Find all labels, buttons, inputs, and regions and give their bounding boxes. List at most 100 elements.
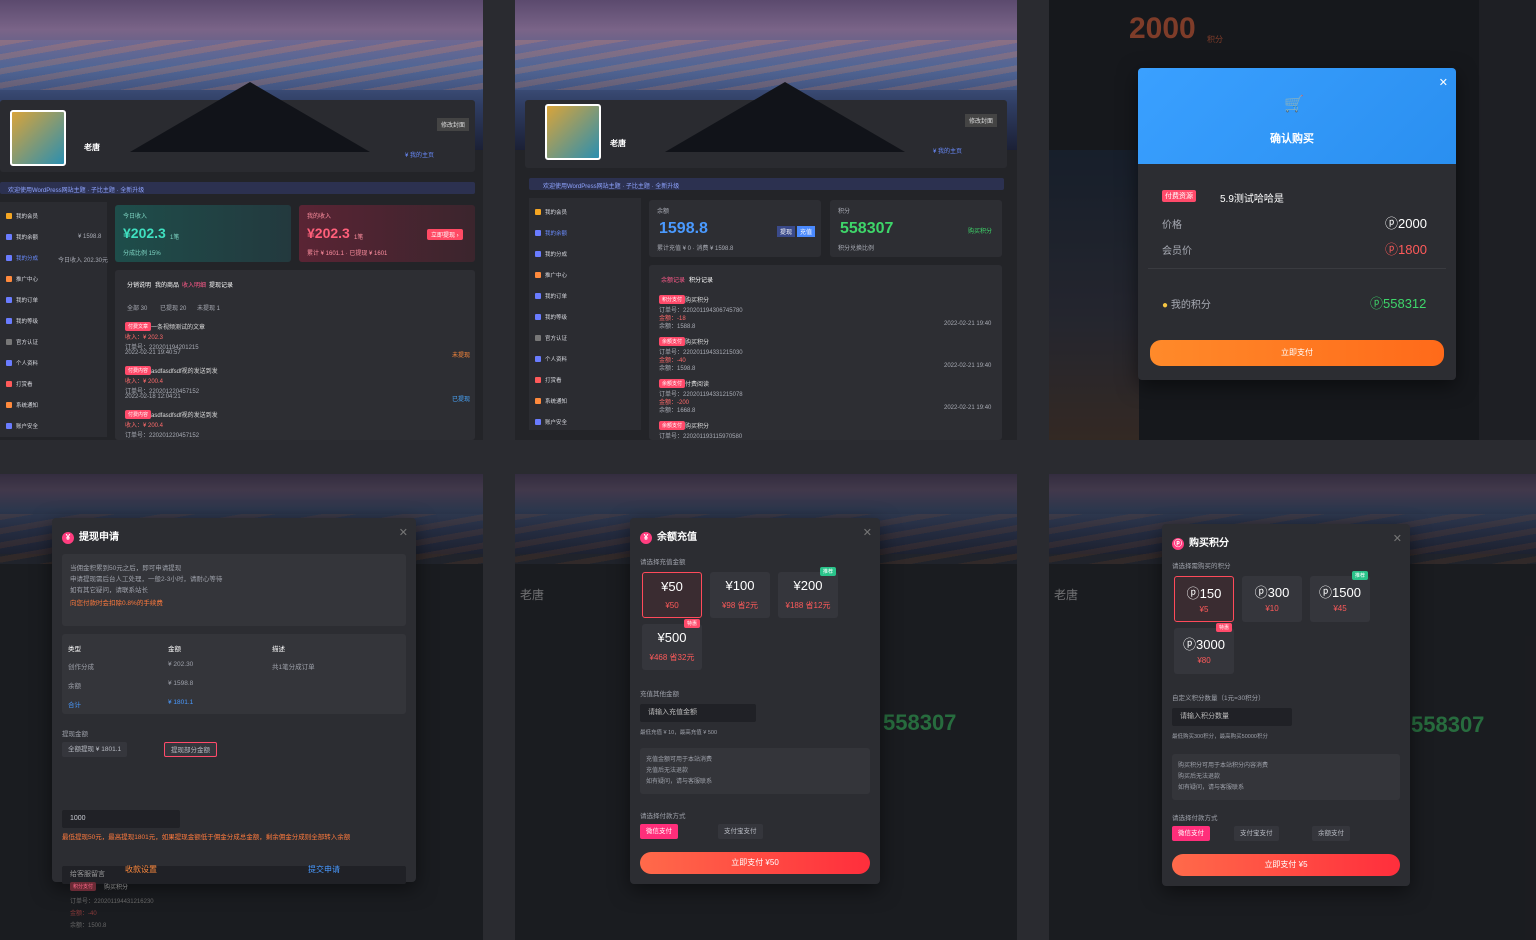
buy-points-modal: ⓟ 购买积分 ✕ 请选择需购买的积分 ⓟ150 ¥5 ⓟ300 ¥10 ⓟ1500 ¥4…	[1162, 524, 1410, 886]
buy-points-button[interactable]: 购买积分	[968, 226, 992, 235]
points-option[interactable]: ⓟ300 ¥10	[1242, 576, 1302, 622]
panel-user-center-balance: 老唐 修改封面 ¥ 我的主页 欢迎使用WordPress网站主题 · 子比主题 …	[515, 0, 1017, 440]
edit-cover-button[interactable]: 修改封面	[437, 118, 470, 131]
full-withdraw-radio[interactable]: 全额提现 ¥ 1801.1	[62, 742, 128, 757]
homepage-link[interactable]: ¥ 我的主页	[405, 150, 434, 159]
recharge-amount-input[interactable]: 请输入充值金额	[640, 704, 756, 722]
menu-item[interactable]: 我的订单	[6, 296, 38, 304]
yen-icon: ¥	[640, 532, 652, 544]
menu-item[interactable]: 我的会员	[6, 212, 38, 220]
tab[interactable]: 我的商品	[155, 280, 179, 289]
pay-now-button[interactable]: 立即支付 ¥5	[1172, 854, 1400, 876]
close-icon[interactable]: ✕	[1439, 76, 1448, 89]
notice-box: 充值金额可用于本站消费 充值后无法退款 如有疑问，请与客服联系	[640, 748, 870, 794]
my-points-value: ⓟ558312	[1370, 296, 1427, 311]
tab-active[interactable]: 余额记录	[661, 275, 685, 284]
close-icon[interactable]: ✕	[863, 526, 872, 539]
nav-bar: 欢迎使用WordPress网站主题 · 子比主题 · 全新升级	[529, 178, 1004, 190]
amount-option[interactable]: ¥50 ¥50	[642, 572, 702, 618]
subtab[interactable]: 未提现 1	[197, 303, 220, 312]
panel-confirm-purchase: 2000 积分 ✕ 🛒 确认购买 付费资源 5.9测试哈哈是 价格 ⓟ2000 …	[1049, 0, 1536, 440]
menu-item[interactable]: 官方认证	[6, 338, 38, 346]
avatar[interactable]	[545, 104, 601, 160]
cart-icon: 🛒	[1284, 96, 1304, 113]
wechat-pay-option[interactable]: 微信支付	[1172, 826, 1210, 841]
withdraw-button[interactable]: 提现	[777, 226, 796, 237]
menu-item[interactable]: 打赏看	[6, 380, 33, 388]
menu-item-active[interactable]: 我的分成	[6, 254, 38, 262]
menu-item[interactable]: 账户安全	[6, 422, 38, 430]
menu-item[interactable]: 我的等级	[535, 313, 567, 321]
side-menu: 我的会员 我的余额 我的分成 推广中心 我的订单 我的等级 官方认证 个人资料 …	[529, 198, 641, 430]
points-option[interactable]: ⓟ3000 ¥80 特惠	[1174, 623, 1234, 674]
side-menu: 我的会员 我的余额 我的分成 推广中心 我的订单 我的等级 官方认证 个人资料 …	[0, 202, 108, 437]
submit-button[interactable]: 提交申请	[308, 864, 340, 875]
commission-table: 类型 金额 描述 创作分成 ¥ 202.30 共1笔分成订单 余额 ¥ 1598.8 合计…	[62, 634, 406, 714]
withdraw-modal: ¥ 提现申请 ✕ 当佣金积累到50元之后，即可申请提现 申请提现需后台人工处理，一…	[52, 518, 416, 884]
stat-today-income: 今日收入 ¥202.3 1笔 分成比例 15%	[115, 205, 291, 262]
menu-item[interactable]: 官方认证	[535, 334, 567, 342]
menu-item[interactable]: 我的分成	[535, 250, 567, 258]
tab[interactable]: 分销说明	[127, 280, 151, 289]
avatar[interactable]	[10, 110, 66, 166]
panel-withdraw: ¥ 提现申请 ✕ 当佣金积累到50元之后，即可申请提现 申请提现需后台人工处理，一…	[0, 474, 483, 940]
menu-item[interactable]: 推广中心	[6, 275, 38, 283]
nav-bar: 欢迎使用WordPress网站主题 · 子比主题 · 全新升级	[0, 182, 475, 194]
pay-now-button[interactable]: 立即支付	[1150, 340, 1444, 366]
withdraw-button[interactable]: 立即提现 ›	[427, 229, 463, 240]
cover-mountain	[665, 82, 905, 152]
points-amount-input[interactable]: 请输入积分数量	[1172, 708, 1292, 726]
menu-item[interactable]: 我的会员	[535, 208, 567, 216]
modal-title: 确认购买	[1270, 133, 1314, 145]
recharge-button[interactable]: 充值	[797, 226, 816, 237]
menu-item[interactable]: 我的等级	[6, 317, 38, 325]
points-icon: ⓟ	[1172, 538, 1184, 550]
recharge-modal: ¥ 余额充值 ✕ 请选择充值金额 ¥50 ¥50 ¥100 ¥98 省2元 ¥200 ¥…	[630, 518, 880, 884]
menu-item[interactable]: 推广中心	[535, 271, 567, 279]
homepage-link[interactable]: ¥ 我的主页	[933, 146, 962, 155]
tab-active[interactable]: 收入明细	[182, 280, 206, 289]
payment-settings-button[interactable]: 收款设置	[125, 864, 157, 875]
menu-item-active[interactable]: 我的余额	[535, 229, 567, 237]
panel-buy-points: 老唐 558307 ⓟ购买积分 ✕ 请选择需购买的积分 ⓟ150¥5 ⓟ300¥…	[1049, 474, 1536, 940]
amount-option[interactable]: ¥200 ¥188 省12元 推荐	[778, 567, 838, 618]
close-icon[interactable]: ✕	[1393, 532, 1402, 545]
alipay-option[interactable]: 支付宝支付	[1234, 826, 1279, 841]
pay-now-button[interactable]: 立即支付 ¥50	[640, 852, 870, 874]
menu-item[interactable]: 个人资料	[6, 359, 38, 367]
partial-withdraw-radio[interactable]: 提现部分金额	[164, 742, 217, 757]
subtab[interactable]: 已提现 20	[160, 303, 186, 312]
menu-item[interactable]: 账户安全	[535, 418, 567, 426]
menu-item[interactable]: 系统通知	[6, 401, 38, 409]
wechat-pay-option[interactable]: 微信支付	[640, 824, 678, 839]
menu-item[interactable]: 我的余额	[6, 233, 38, 241]
notice-box: 购买积分可用于本站积分内容消费 购买后无法退款 如有疑问，请与客服联系	[1172, 754, 1400, 800]
panel-user-center-commission: 老唐 修改封面 ¥ 我的主页 欢迎使用WordPress网站主题 · 子比主题 …	[0, 0, 483, 440]
amount-option[interactable]: ¥100 ¥98 省2元	[710, 572, 770, 618]
balance-pay-option[interactable]: 余额支付	[1312, 826, 1350, 841]
subtab[interactable]: 全部 30	[127, 303, 147, 312]
menu-item[interactable]: 系统通知	[535, 397, 567, 405]
paid-resource-badge: 付费资源	[1162, 190, 1196, 202]
stat-total-income: 我的收入 ¥202.3 1笔 累计 ¥ 1601.1 · 已提现 ¥ 1601 …	[299, 205, 475, 262]
username: 老唐	[84, 143, 100, 152]
points-option[interactable]: ⓟ1500 ¥45 推荐	[1310, 571, 1370, 622]
tab[interactable]: 积分记录	[689, 275, 713, 284]
modal-title: ¥ 余额充值	[640, 528, 697, 544]
alipay-option[interactable]: 支付宝支付	[718, 824, 763, 839]
close-icon[interactable]: ✕	[399, 526, 408, 539]
balance-records-card: 余额记录 积分记录 积分支付 购买积分 订单号：22020119430674578…	[649, 265, 1002, 440]
income-detail-card: 分销说明 我的商品 收入明细 提现记录 全部 30 已提现 20 未提现 1 付…	[115, 270, 475, 440]
amount-option[interactable]: ¥500 ¥468 省32元 特惠	[642, 619, 702, 670]
panel-recharge: 老唐 558307 ¥余额充值 ✕ 请选择充值金额 ¥50¥50 ¥100¥98…	[515, 474, 1017, 940]
edit-cover-button[interactable]: 修改封面	[965, 114, 998, 127]
yen-icon: ¥	[62, 532, 74, 544]
vip-price-value: ⓟ1800	[1385, 242, 1427, 257]
menu-item[interactable]: 个人资料	[535, 355, 567, 363]
tab[interactable]: 提现记录	[209, 280, 233, 289]
my-points-label: ● 我的积分	[1162, 300, 1211, 311]
points-option[interactable]: ⓟ150 ¥5	[1174, 576, 1234, 622]
menu-item[interactable]: 我的订单	[535, 292, 567, 300]
withdraw-amount-input[interactable]: 1000	[62, 810, 180, 828]
menu-item[interactable]: 打赏看	[535, 376, 562, 384]
